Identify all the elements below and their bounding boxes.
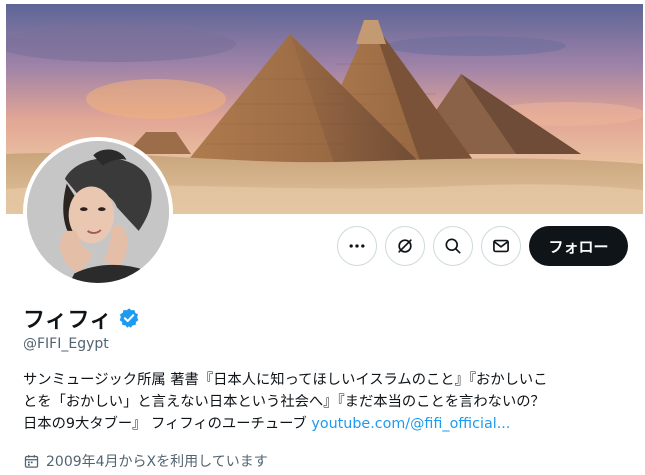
joined-date: 2009年4月からXを利用しています xyxy=(23,451,268,471)
grok-icon xyxy=(398,239,412,253)
avatar-photo xyxy=(27,141,169,283)
verified-check-icon xyxy=(119,308,139,328)
profile-actions: フォロー xyxy=(337,226,628,266)
verified-badge[interactable] xyxy=(118,307,140,329)
follow-button[interactable]: フォロー xyxy=(529,226,628,266)
search-icon xyxy=(445,238,461,254)
search-button[interactable] xyxy=(433,226,473,266)
display-name: フィフィ xyxy=(23,308,113,333)
youtube-link[interactable]: youtube.com/@fifi_official... xyxy=(311,416,510,432)
bio-line: 日本の9大タブー』 フィフィのユーチューブ youtube.com/@fifi_… xyxy=(23,413,633,435)
bio-line-text: 日本の9大タブー』 フィフィのユーチューブ xyxy=(23,416,312,432)
grok-button[interactable] xyxy=(385,226,425,266)
profile-bio: サンミュージック所属 著書『日本人に知ってほしいイスラムのこと』『おかしいこ と… xyxy=(23,369,633,435)
calendar-icon xyxy=(24,454,39,468)
profile-name-row: フィフィ xyxy=(23,302,140,334)
message-button[interactable] xyxy=(481,226,521,266)
bio-line: とを「おかしい」と言えない日本という社会へ』『まだ本当のことを言わないの？ xyxy=(23,394,545,410)
joined-text: 2009年4月からXを利用しています xyxy=(46,454,268,470)
profile-handle: @FIFI_Egypt xyxy=(23,336,109,352)
profile-avatar[interactable] xyxy=(23,137,173,287)
envelope-icon xyxy=(493,239,509,253)
more-horizontal-icon xyxy=(349,244,365,248)
bio-line: サンミュージック所属 著書『日本人に知ってほしいイスラムのこと』『おかしいこ xyxy=(23,372,548,388)
more-button[interactable] xyxy=(337,226,377,266)
